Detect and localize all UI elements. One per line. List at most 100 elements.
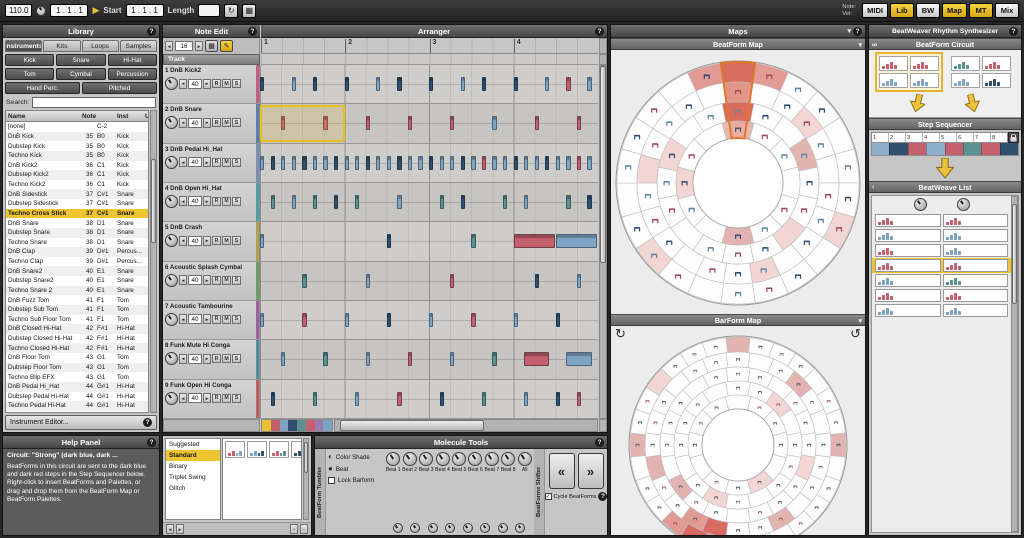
note-hit[interactable] [450,274,454,288]
library-row[interactable]: Techno Clap39D#1Percus... [6,257,148,267]
value-decrement-button[interactable]: ◄ [179,118,187,128]
note-hit[interactable] [471,156,475,170]
note-hit[interactable] [577,116,581,130]
library-row[interactable]: Dubstep Snare240E1Snare [6,276,148,286]
library-row[interactable]: DnB Clap39D#1Percus... [6,247,148,257]
chevron-down-icon[interactable]: ▾ [858,318,862,325]
track-s-button[interactable]: S [232,118,241,127]
track-value[interactable]: 40 [188,196,202,206]
note-hit[interactable] [334,156,338,170]
length-field[interactable]: 1 . 1 . 1 [126,4,164,17]
track-value[interactable]: 40 [188,236,202,246]
track-pattern[interactable] [260,144,598,182]
library-row[interactable]: Techno Snare38D1Snare [6,238,148,248]
palette-thumbnail[interactable] [225,441,245,458]
note-hit[interactable] [503,195,507,209]
track-m-button[interactable]: M [222,118,231,127]
note-hit[interactable] [450,116,454,130]
circuit-group[interactable] [949,54,1013,90]
beatweave-row[interactable] [872,303,1011,318]
track-knob[interactable] [165,156,178,169]
note-hit[interactable] [366,352,370,366]
view-button-lib[interactable]: Lib [890,3,914,18]
note-hit[interactable] [514,313,518,327]
steps-decrement-button[interactable]: ◄ [165,41,173,51]
tab-loops[interactable]: Loops [82,40,119,52]
library-row[interactable]: Techno Kick236C1Kick [6,180,148,190]
track-m-button[interactable]: M [222,197,231,206]
beat-knob[interactable] [452,452,466,466]
note-hit[interactable] [271,156,275,170]
tab-instruments[interactable]: Instruments [5,40,42,52]
note-hit[interactable] [566,352,591,366]
beat-knob[interactable] [518,452,532,466]
value-increment-button[interactable]: ► [203,393,211,403]
help-icon[interactable]: ? [147,438,156,447]
track-pattern[interactable] [260,301,598,339]
palette-item[interactable]: Suggested [166,439,220,450]
note-hit[interactable] [535,274,539,288]
note-hit[interactable] [345,313,349,327]
value-increment-button[interactable]: ► [203,354,211,364]
track-s-button[interactable]: S [232,158,241,167]
note-hit[interactable] [503,156,507,170]
column-note[interactable]: Note [80,113,115,120]
track-r-button[interactable]: R [212,197,221,206]
zoom-in-button[interactable]: + [290,524,298,534]
steps-field[interactable]: 16 [175,41,193,51]
track-knob[interactable] [165,392,178,405]
step-number[interactable]: 1 [872,133,888,142]
note-hit[interactable] [345,77,349,91]
palette-item[interactable]: Triplet Swing [166,472,220,483]
beatweave-cell[interactable] [943,214,1009,227]
value-decrement-button[interactable]: ◄ [179,196,187,206]
note-hit[interactable] [387,156,391,170]
track-r-button[interactable]: R [212,394,221,403]
library-row[interactable]: Techno Blip EFX43G1Tom [6,372,148,382]
note-hit[interactable] [292,77,296,91]
step-segment[interactable] [889,143,907,155]
shift-left-button[interactable]: « [549,453,575,489]
value-decrement-button[interactable]: ◄ [179,354,187,364]
column-u[interactable]: U [143,113,148,120]
tempo-display[interactable]: 110.0 [5,4,32,17]
note-hit[interactable] [545,156,549,170]
circuit-cell[interactable] [879,73,908,88]
help-icon[interactable]: ? [147,27,156,36]
grid-icon[interactable]: ▦ [242,4,256,18]
note-hit[interactable] [566,77,570,91]
view-button-bw[interactable]: BW [916,3,940,18]
step-number[interactable]: 5 [939,133,956,142]
note-hit[interactable] [440,195,444,209]
track-m-button[interactable]: M [222,394,231,403]
category-button[interactable]: Snare [56,54,105,66]
track-knob[interactable] [165,352,178,365]
track-s-button[interactable]: S [232,197,241,206]
note-hit[interactable] [471,313,475,327]
track-r-button[interactable]: R [212,118,221,127]
fine-knob[interactable] [480,523,490,533]
palette-prev-button[interactable]: ◄ [166,524,174,534]
track-header[interactable]: 5 DnB Crash◄40►RMS [163,222,260,260]
circuit-cell[interactable] [879,56,908,71]
tab-samples[interactable]: Samples [120,40,157,52]
note-hit[interactable] [376,156,380,170]
track-value[interactable]: 40 [188,354,202,364]
track-header[interactable]: 4 DnB Open Hi_Hat◄40►RMS [163,183,260,221]
note-hit[interactable] [524,156,528,170]
note-hit[interactable] [376,77,380,91]
track-header[interactable]: 6 Acoustic Splash Cymbal◄40►RMS [163,262,260,300]
value-increment-button[interactable]: ► [203,236,211,246]
note-hit[interactable] [334,195,338,209]
palette-thumbnail[interactable] [291,441,302,458]
beat-knob[interactable] [501,452,515,466]
library-row[interactable]: DnB Closed Hi-Hat42F#1Hi-Hat [6,324,148,334]
fine-knob[interactable] [515,523,525,533]
lock-icon[interactable] [1008,132,1019,143]
beatweave-cell[interactable] [943,289,1009,302]
beat-knob[interactable] [386,452,400,466]
track-knob[interactable] [165,195,178,208]
fine-knob[interactable] [428,523,438,533]
note-hit[interactable] [323,156,327,170]
view-button-mix[interactable]: Mix [995,3,1019,18]
